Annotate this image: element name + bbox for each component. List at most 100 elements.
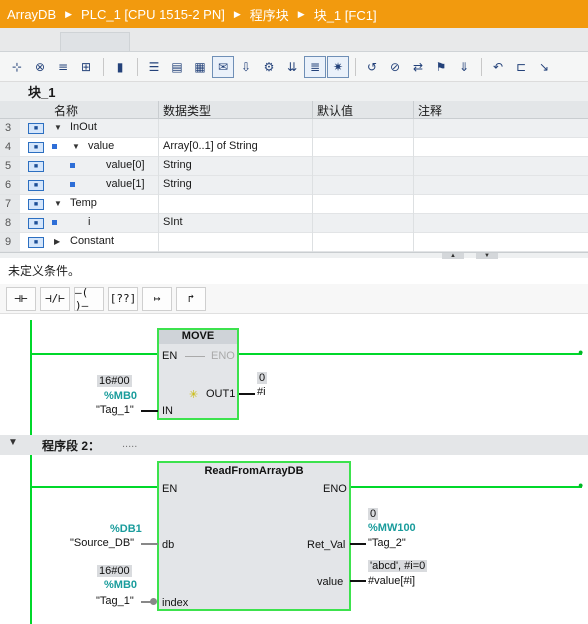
interface-pin-icon: ■ [28,180,44,191]
strip-tab [60,32,130,52]
display-icon[interactable]: ▮ [109,56,131,78]
interface-row[interactable]: 3 ■ ▼ InOut [0,119,588,138]
interface-pin-icon: ■ [28,218,44,229]
row-number: 8 [0,214,20,232]
network-2: ● ReadFromArrayDB EN ENO db Ret_Val valu… [0,455,588,624]
rfadb-index-address[interactable]: %MB0 [104,579,137,591]
no-contact-button[interactable]: ⊣⊢ [6,286,36,311]
extra-icon[interactable]: ↘ [533,56,555,78]
pin-icon[interactable]: ↺ [361,56,383,78]
breadcrumb-program-blocks[interactable]: 程序块 [250,5,289,24]
open-block-icon[interactable]: ⊘ [384,56,406,78]
rfadb-value-tag[interactable]: #value[#i] [368,575,415,587]
param-name[interactable]: value[1] [106,178,145,190]
move-in: IN [162,405,173,417]
open-branch-button[interactable]: ↦ [142,286,172,311]
row-number: 7 [0,195,20,213]
interface-row[interactable]: 7 ■ ▼ Temp [0,195,588,214]
negation-icon [150,598,157,605]
delete-network-icon[interactable]: ⊗ [29,56,51,78]
param-type[interactable]: SInt [163,216,183,228]
param-icon [52,144,57,149]
empty-box-button[interactable]: [??] [108,286,138,311]
breadcrumb-block[interactable]: 块_1 [FC1] [314,5,377,24]
collapse-icon[interactable]: ▼ [8,437,18,448]
param-icon [70,182,75,187]
move-in-tag[interactable]: "Tag_1" [96,404,134,416]
add-row-icon[interactable]: ⊞ [75,56,97,78]
move-out-tag[interactable]: #i [257,386,266,398]
zoom-icon[interactable]: ⇩ [235,56,257,78]
collapse-up-icon[interactable]: ▲ [442,253,464,259]
param-name[interactable]: value[0] [106,159,145,171]
param-type[interactable]: Array[0..1] of String [163,140,258,152]
nc-contact-button[interactable]: ⊣/⊢ [40,286,70,311]
expand-icon[interactable]: ▼ [54,123,62,132]
col-datatype[interactable]: 数据类型 [163,102,211,119]
splitter[interactable]: ▲ ▼ [0,252,588,259]
rfadb-index-tag[interactable]: "Tag_1" [96,595,134,607]
move-in-address[interactable]: %MB0 [104,390,137,402]
insert-network-icon[interactable]: ⊹ [6,56,28,78]
param-name[interactable]: i [88,216,90,228]
dock-icon[interactable]: ✷ [327,55,349,78]
rfadb-ret-tag[interactable]: "Tag_2" [368,537,406,549]
insert-row-icon[interactable]: ≡ [52,56,74,78]
interface-row[interactable]: 8 ■ i SInt [0,214,588,233]
rfadb-ret-address[interactable]: %MW100 [368,522,416,534]
interface-row[interactable]: 5 ■ value[0] String [0,157,588,176]
row-number: 3 [0,119,20,137]
goto-icon[interactable]: ⇄ [407,56,429,78]
rfadb-db-tag[interactable]: "Source_DB" [70,537,134,549]
read-from-array-db-box[interactable]: ReadFromArrayDB EN ENO db Ret_Val value … [157,461,351,611]
list-icon[interactable]: ≣ [304,55,326,78]
expand-icon[interactable]: ▼ [54,199,62,208]
chevron-right-icon: ▶ [297,8,305,19]
col-name[interactable]: 名称 [54,102,78,119]
param-type[interactable]: String [163,159,192,171]
network-2-comment[interactable]: ..... [122,438,137,450]
favorites-icon[interactable]: ▤ [166,56,188,78]
download-icon[interactable]: ⇓ [453,56,475,78]
power-rail [30,320,32,435]
param-icon [52,220,57,225]
breadcrumb-plc[interactable]: PLC_1 [CPU 1515-2 PN] [81,7,225,22]
rfadb-eno: ENO [323,483,347,495]
breadcrumb-project[interactable]: ArrayDB [7,7,56,22]
interface-row[interactable]: 4 ■ ▼ value Array[0..1] of String [0,138,588,157]
network-2-title: 程序段 2： [42,439,101,453]
rfadb-ret-monitor: 0 [368,508,379,520]
interface-row[interactable]: 6 ■ value[1] String [0,176,588,195]
expand-icon[interactable]: ▶ [54,237,60,246]
window-strip [0,28,588,52]
col-comment[interactable]: 注释 [418,102,442,119]
move-box[interactable]: MOVE EN ENO ✳ OUT1 IN [157,328,239,420]
interface-pin-icon: ■ [28,199,44,210]
param-name[interactable]: InOut [70,121,97,133]
param-type[interactable]: String [163,178,192,190]
monitor-icon[interactable]: ⚙ [258,56,280,78]
rfadb-db-address[interactable]: %DB1 [110,523,142,535]
interface-header: 名称 数据类型 默认值 注释 [0,101,588,119]
move-eno: ENO [211,350,235,362]
layout-icon[interactable]: ▦ [189,56,211,78]
tag-icon[interactable]: ⊏ [510,56,532,78]
move-en: EN [162,350,178,362]
interface-row[interactable]: 9 ■ ▶ Constant [0,233,588,252]
compile-icon[interactable]: ⚑ [430,56,452,78]
param-name[interactable]: Constant [70,235,114,247]
interface-pin-icon: ■ [28,161,44,172]
interface-pin-icon: ■ [28,237,44,248]
network-2-header[interactable]: ▼ 程序段 2： ..... [0,435,588,455]
coil-button[interactable]: –( )– [74,286,104,312]
close-branch-button[interactable]: ↱ [176,286,206,311]
comments-icon[interactable]: ✉ [212,55,234,78]
col-default[interactable]: 默认值 [317,102,353,119]
upload-icon[interactable]: ↶ [487,56,509,78]
absolute-operands-icon[interactable]: ☰ [143,56,165,78]
param-name[interactable]: value [88,140,114,152]
collapse-down-icon[interactable]: ▼ [476,253,498,259]
param-name[interactable]: Temp [70,197,97,209]
expand-icon[interactable]: ▼ [72,142,80,151]
expand-icon[interactable]: ⇊ [281,56,303,78]
